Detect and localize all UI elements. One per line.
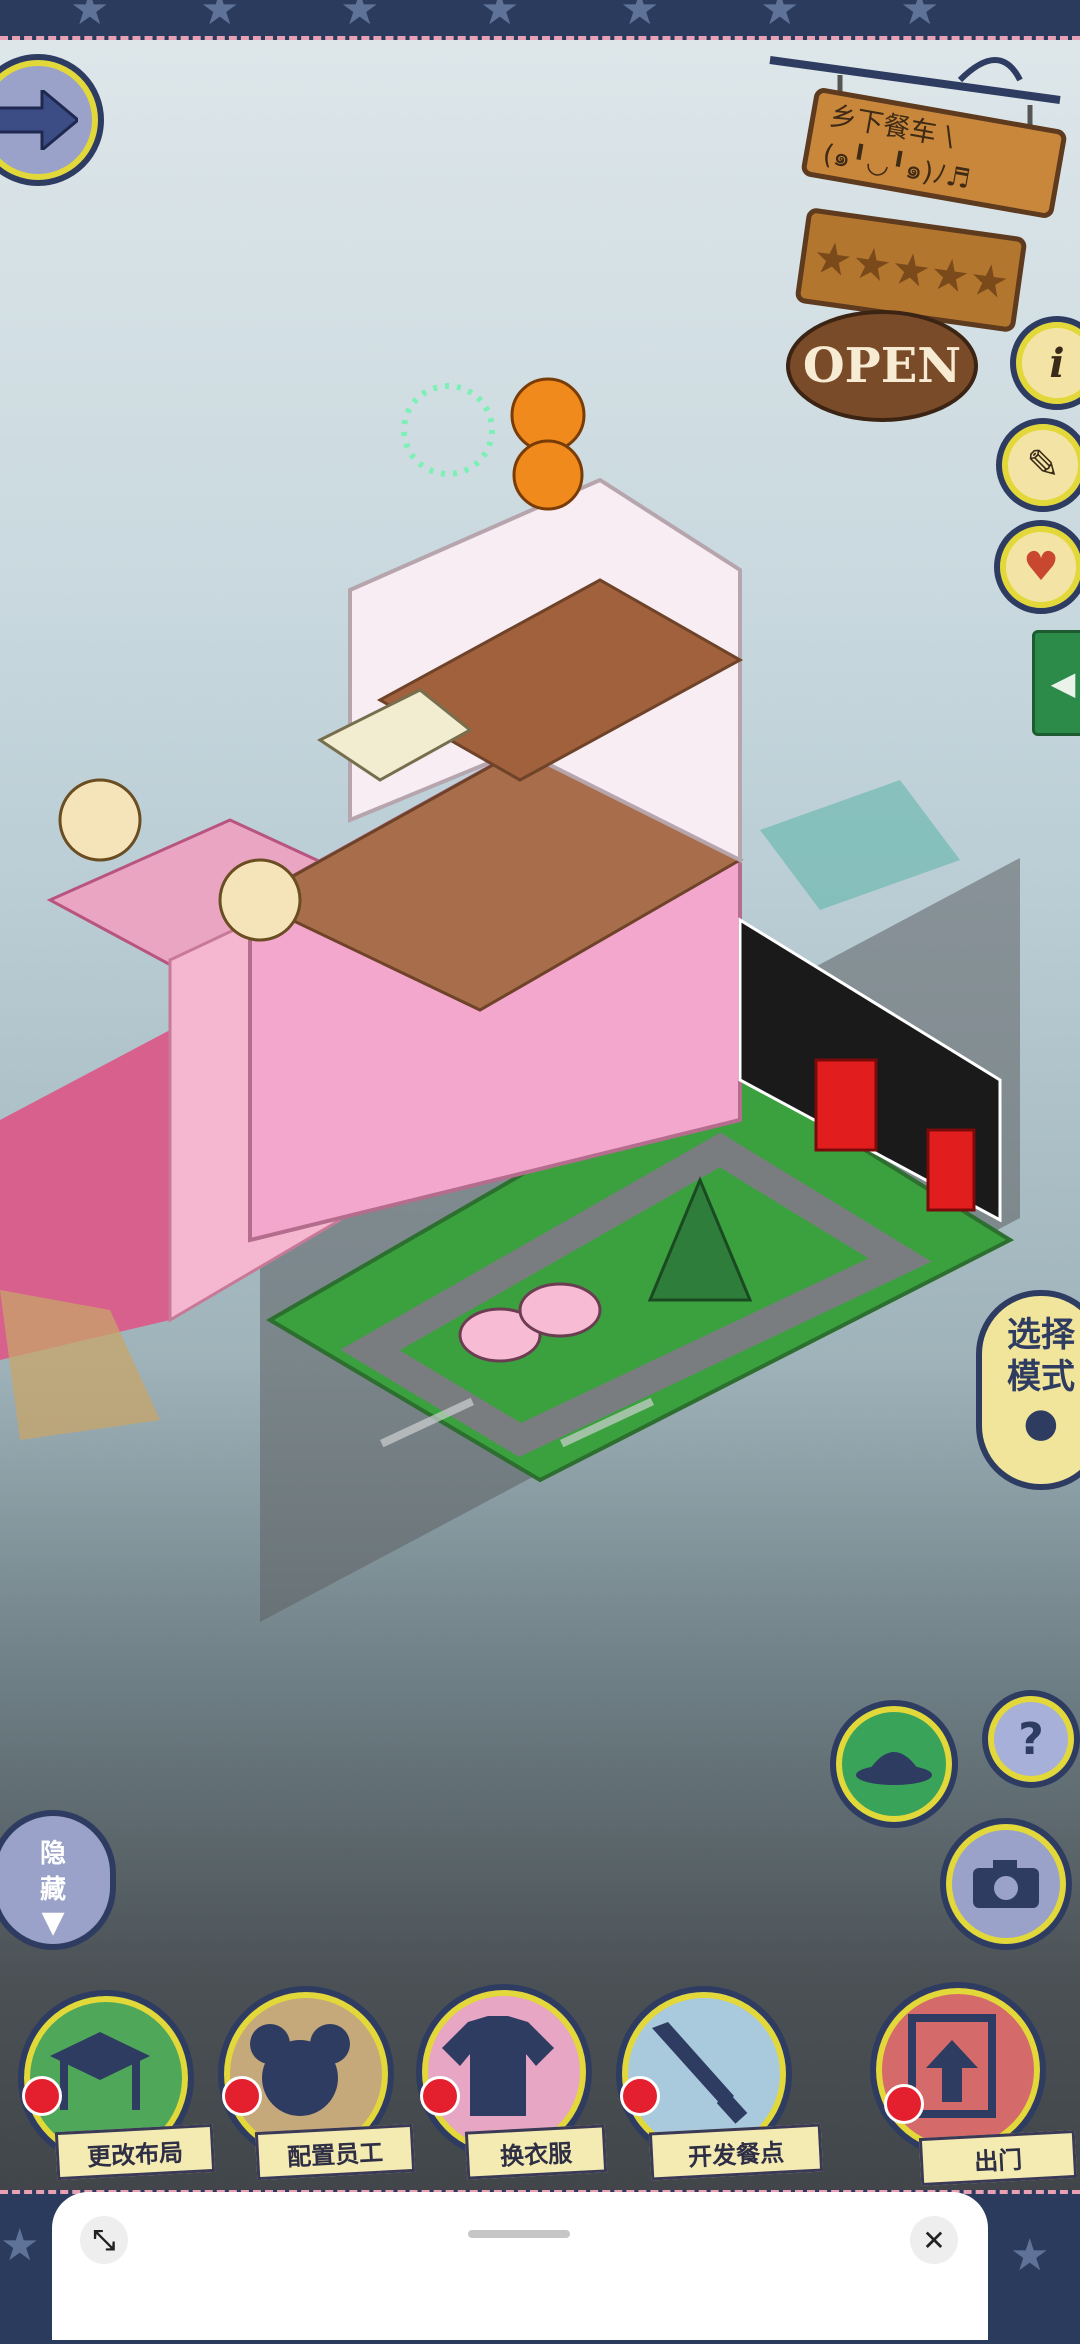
star-decor-icon: ★ [620, 0, 660, 35]
star-decor-icon: ★ [70, 0, 110, 35]
pumpkin [512, 439, 584, 511]
next-arrow-button[interactable] [0, 54, 104, 186]
develop-dishes-label: 开发餐点 [648, 2123, 824, 2181]
assign-staff-label: 配置员工 [254, 2123, 416, 2181]
notification-pin [22, 2076, 62, 2116]
mode-label-line2: 模式 [1007, 1357, 1075, 1397]
bear-icon: ● [1023, 1400, 1059, 1446]
help-button[interactable]: ? [982, 1690, 1080, 1788]
camera-icon [973, 1860, 1039, 1908]
mode-label-line1: 选择 [1007, 1315, 1075, 1355]
camera-button[interactable] [940, 1818, 1072, 1950]
star-rating-icon: ★★★★★ [809, 231, 1013, 309]
hide-label-line2: 藏 [39, 1875, 66, 1905]
help-icon: ? [1018, 1713, 1044, 1765]
notification-pin [620, 2076, 660, 2116]
expand-button[interactable]: ⤡ [80, 2216, 128, 2264]
star-decor-icon: ★ [1010, 2230, 1050, 2281]
drag-handle[interactable] [468, 2230, 570, 2238]
hat-icon [856, 1752, 932, 1785]
close-button[interactable]: ✕ [910, 2216, 958, 2264]
close-icon: ✕ [922, 2223, 946, 2257]
star-decor-icon: ★ [340, 0, 380, 35]
staff-hat-button[interactable] [830, 1700, 958, 1828]
star-decor-icon: ★ [760, 0, 800, 35]
star-decor-icon: ★ [900, 0, 940, 35]
parked-car [760, 780, 960, 910]
star-decor-icon: ★ [0, 2220, 40, 2271]
notification-pin [222, 2076, 262, 2116]
post-box [814, 1058, 878, 1152]
restaurant-building-scene [0, 377, 1015, 1483]
top-border-strip: ★ ★ ★ ★ ★ ★ ★ [0, 0, 1080, 40]
post-box [926, 1128, 976, 1212]
ice-cream-mascot [58, 778, 142, 862]
go-out-label: 出门 [918, 2129, 1078, 2187]
notification-pin [884, 2084, 924, 2124]
go-out-button[interactable] [870, 1982, 1046, 2158]
star-decor-icon: ★ [200, 0, 240, 35]
arrow-down-icon: ▼ [41, 1905, 65, 1940]
expand-icon: ⤡ [92, 2223, 116, 2256]
arrow-right-icon [0, 90, 78, 150]
change-clothes-label: 换衣服 [464, 2124, 608, 2180]
ice-cream-mascot [218, 858, 302, 942]
star-decor-icon: ★ [480, 0, 520, 35]
pink-cow [518, 1282, 602, 1338]
hide-ui-button[interactable]: 隐 藏 ▼ [0, 1810, 116, 1950]
hide-label-line1: 隐 [39, 1839, 66, 1869]
notification-pin [420, 2076, 460, 2116]
change-layout-label: 更改布局 [54, 2123, 216, 2181]
select-mode-button[interactable]: 选择 模式 ● [976, 1290, 1080, 1490]
firework [401, 383, 495, 477]
table-icon [50, 2032, 150, 2110]
bottom-sheet: ⤡ ✕ [52, 2192, 988, 2340]
